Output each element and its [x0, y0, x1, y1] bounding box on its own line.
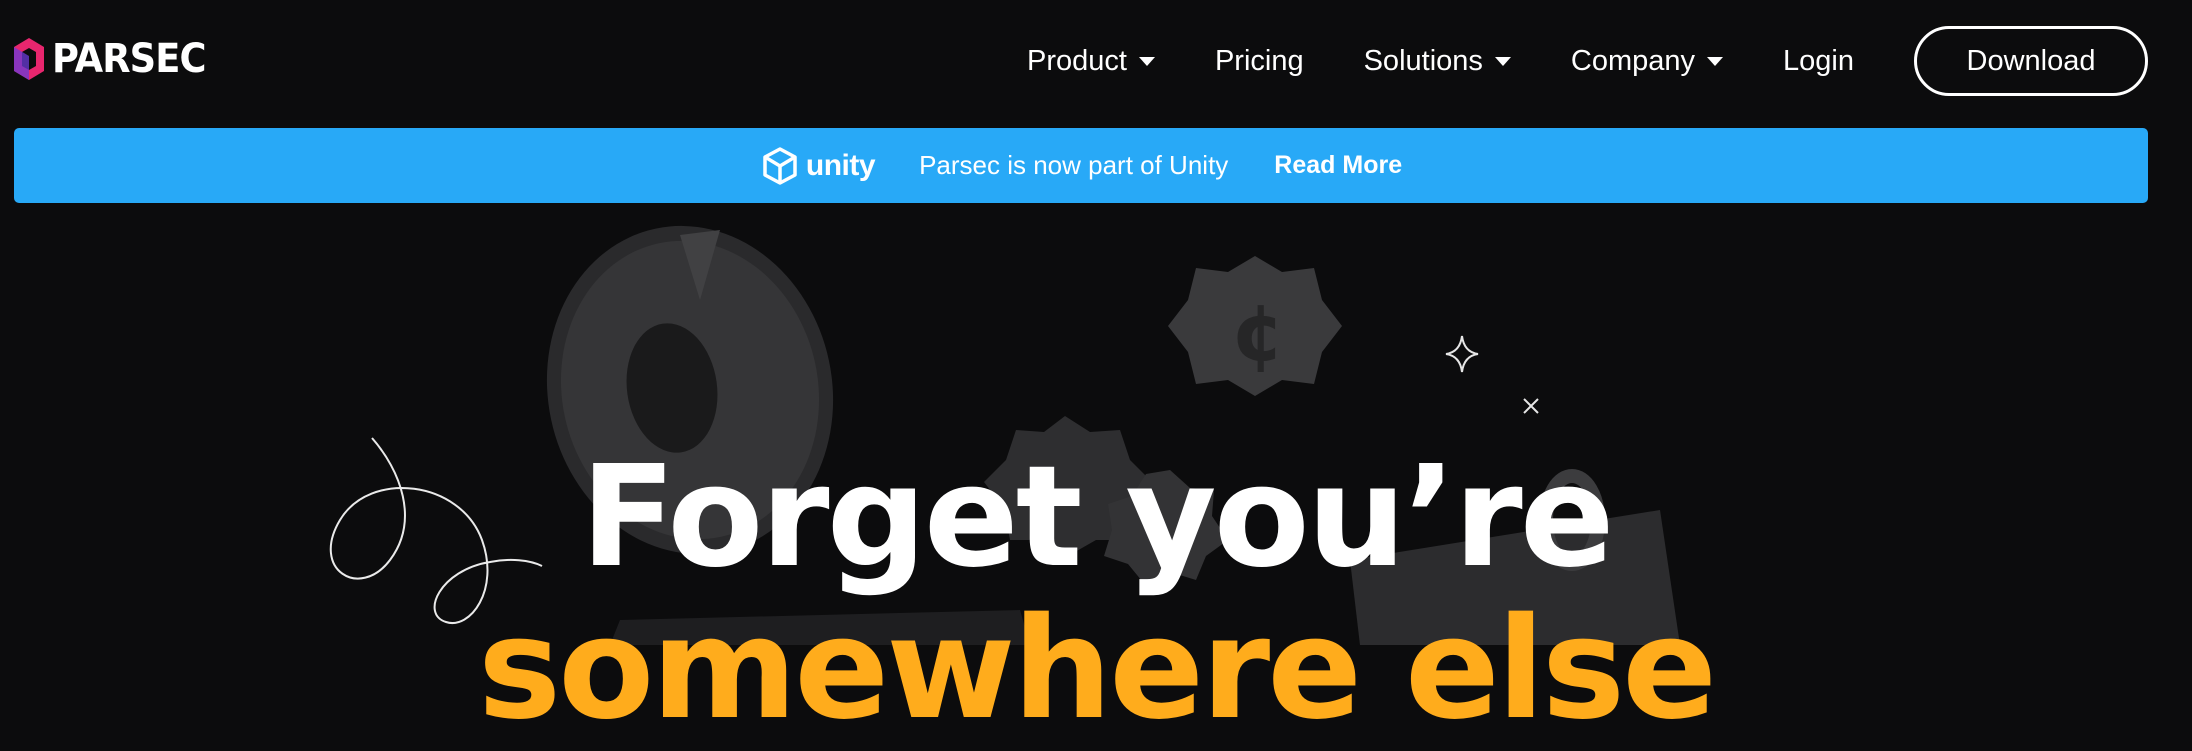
nav-item-product[interactable]: Product — [1027, 45, 1155, 78]
cent-badge-3d: ¢ — [1168, 256, 1342, 396]
nav-item-label: Company — [1570, 44, 1696, 77]
nav-item-solutions[interactable]: Solutions — [1364, 45, 1511, 78]
brand-name: PARSEC — [52, 36, 206, 82]
sparkle-icon — [1445, 335, 1479, 373]
hero-heading: Forget you’re — [580, 436, 1614, 599]
parsec-logo[interactable]: PARSEC — [12, 36, 219, 82]
unity-cube-icon — [763, 146, 797, 185]
chevron-down-icon — [1138, 56, 1155, 66]
unity-wordmark: unity — [805, 148, 876, 182]
svg-text:¢: ¢ — [1231, 289, 1285, 379]
nav-item-label: Solutions — [1363, 44, 1483, 77]
nav-item-login[interactable]: Login — [1783, 45, 1854, 78]
download-button[interactable]: Download — [1914, 26, 2148, 96]
nav-item-label: Login — [1783, 44, 1854, 77]
parsec-logo-icon — [14, 38, 44, 80]
nav-item-label: Product — [1026, 44, 1127, 77]
chevron-down-icon — [1494, 56, 1511, 66]
chevron-down-icon — [1707, 56, 1724, 66]
nav-item-pricing[interactable]: Pricing — [1215, 45, 1304, 78]
nav-item-company[interactable]: Company — [1570, 44, 1724, 78]
main-nav: Product Pricing Solutions Company Login … — [967, 26, 2192, 96]
hero-heading-highlight: somewhere else — [477, 588, 1717, 751]
announcement-banner: unity Parsec is now part of Unity Read M… — [14, 128, 2148, 203]
banner-message: Parsec is now part of Unity — [919, 150, 1229, 180]
read-more-link[interactable]: Read More — [1274, 151, 1402, 180]
site-header: PARSEC Product Pricing Solutions Company… — [0, 0, 2192, 122]
x-mark-icon — [1523, 398, 1539, 414]
unity-logo: unity — [760, 146, 876, 186]
nav-item-label: Pricing — [1214, 44, 1304, 77]
